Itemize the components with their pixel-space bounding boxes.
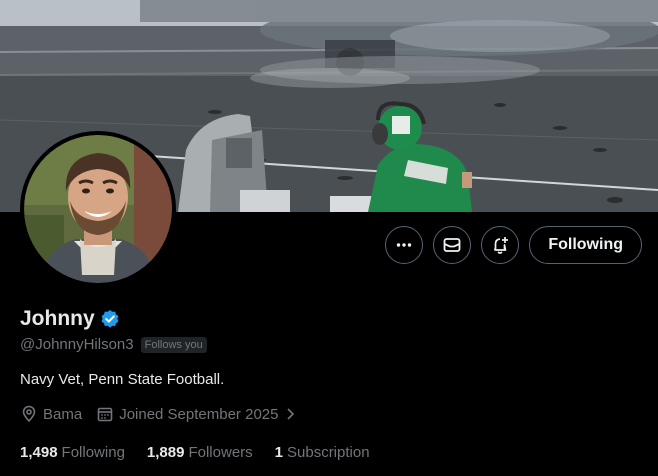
bell-plus-icon xyxy=(494,237,509,254)
profile-actions: Following xyxy=(385,226,642,264)
envelope-icon xyxy=(443,238,461,252)
profile-bio: Navy Vet, Penn State Football. xyxy=(20,371,225,388)
location-pin-icon xyxy=(22,405,36,423)
location-text: Bama xyxy=(43,405,83,423)
following-stat-link[interactable]: 1,498 Following xyxy=(20,444,125,461)
subscription-stat-link[interactable]: 1 Subscription xyxy=(275,444,370,461)
follows-you-badge: Follows you xyxy=(140,336,207,353)
followers-label: Followers xyxy=(188,444,253,461)
display-name: Johnny xyxy=(20,307,95,330)
message-button[interactable] xyxy=(433,226,472,264)
subscription-count: 1 xyxy=(274,444,283,461)
followers-count: 1,889 xyxy=(146,444,185,461)
follow-stats: 1,498 Following 1,889 Followers 1 Subscr… xyxy=(20,444,370,461)
profile-meta: Bama Joined September 2025 xyxy=(20,405,297,423)
profile-name-row: Johnny xyxy=(20,307,120,331)
location-item: Bama xyxy=(20,405,82,423)
following-button[interactable]: Following xyxy=(529,226,642,264)
chevron-right-icon xyxy=(287,408,295,420)
avatar-photo xyxy=(24,135,172,283)
more-horizontal-icon xyxy=(397,243,412,247)
profile-avatar[interactable] xyxy=(20,131,176,287)
user-handle: @JohnnyHilson3 xyxy=(20,336,134,353)
more-button[interactable] xyxy=(385,226,424,264)
joined-text: Joined September 2025 xyxy=(119,405,279,423)
subscription-label: Subscription xyxy=(287,444,370,461)
handle-row: @JohnnyHilson3 Follows you xyxy=(20,336,207,353)
calendar-icon xyxy=(97,407,113,422)
following-count: 1,498 xyxy=(20,444,58,461)
followers-stat-link[interactable]: 1,889 Followers xyxy=(147,444,253,461)
notify-button[interactable] xyxy=(481,226,520,264)
following-label: Following xyxy=(61,444,125,461)
joined-item[interactable]: Joined September 2025 xyxy=(96,405,297,423)
verified-badge-icon[interactable] xyxy=(100,309,120,329)
